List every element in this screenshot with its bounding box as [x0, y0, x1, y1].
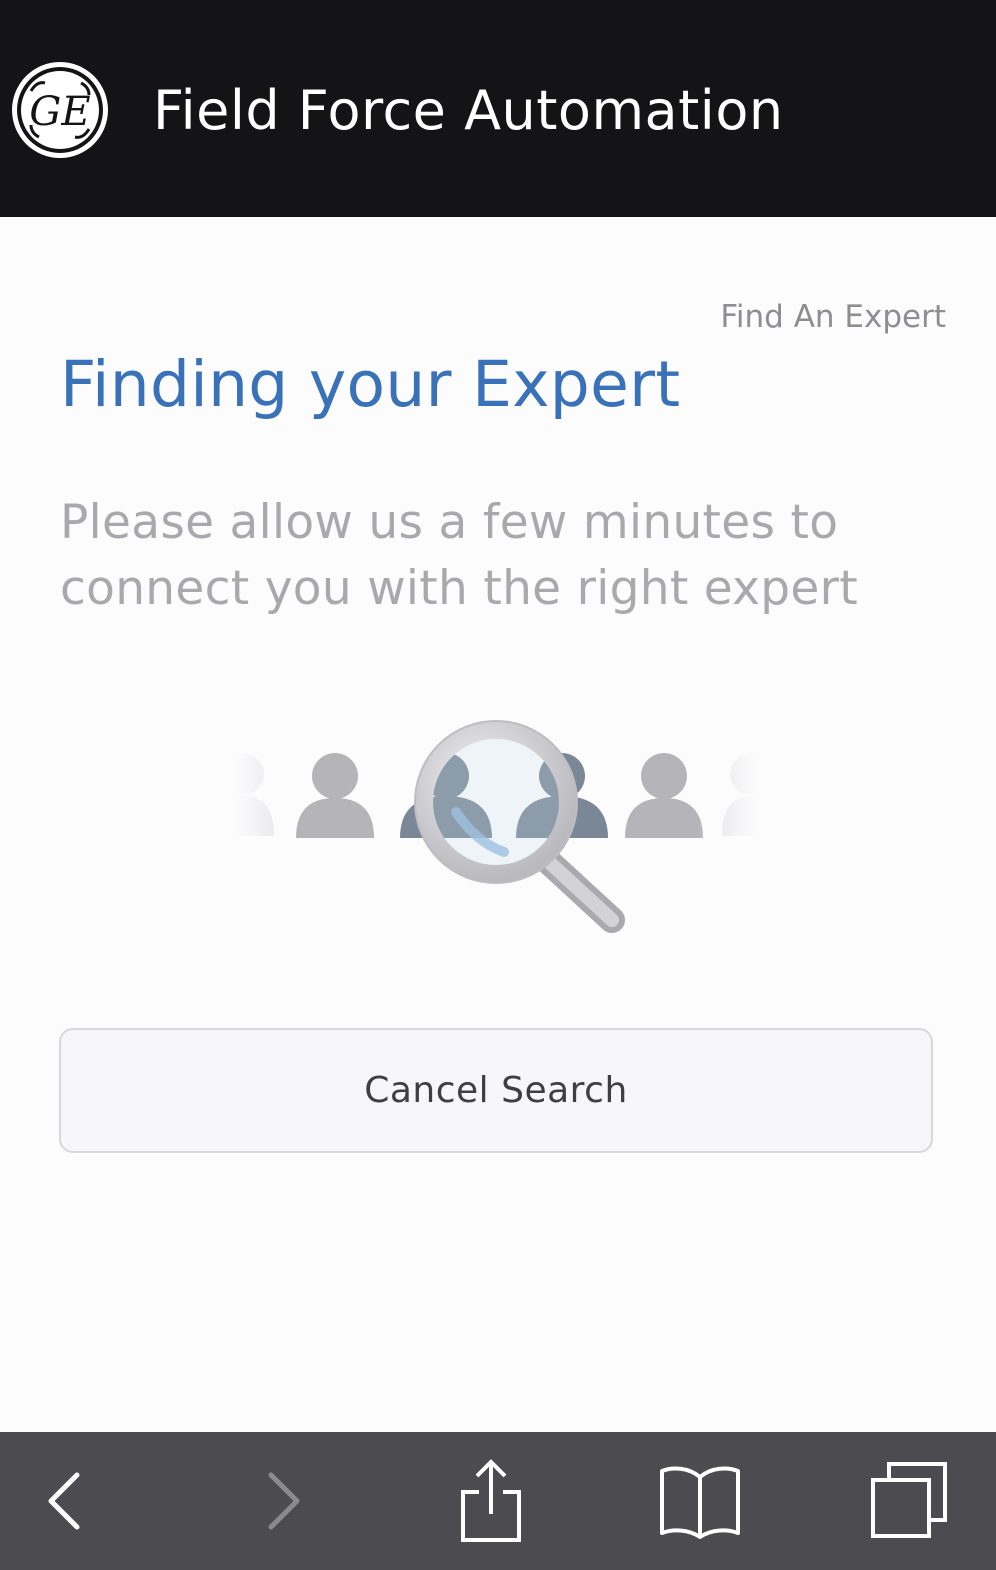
browser-toolbar	[0, 1432, 996, 1570]
app-window: GE Field Force Automation Find An Expert…	[0, 0, 996, 1570]
forward-button[interactable]	[238, 1432, 328, 1570]
back-arrow-icon	[45, 1471, 85, 1531]
share-button[interactable]	[446, 1432, 536, 1570]
breadcrumb: Find An Expert	[720, 299, 946, 335]
cancel-search-button[interactable]: Cancel Search	[59, 1028, 933, 1153]
app-header: GE Field Force Automation	[0, 0, 996, 217]
bookmarks-book-icon	[658, 1463, 742, 1539]
svg-text:GE: GE	[29, 89, 90, 135]
page-description: Please allow us a few minutes to connect…	[60, 495, 858, 616]
back-button[interactable]	[20, 1432, 110, 1570]
page-title: Finding your Expert	[60, 348, 681, 421]
app-title: Field Force Automation	[153, 79, 784, 142]
searching-experts-magnifier-icon	[214, 712, 782, 940]
forward-arrow-icon	[263, 1471, 303, 1531]
bookmarks-button[interactable]	[650, 1432, 750, 1570]
tabs-button[interactable]	[860, 1432, 960, 1570]
share-icon	[459, 1458, 523, 1544]
ge-logo-icon: GE	[11, 61, 109, 159]
tabs-icon	[869, 1460, 951, 1542]
